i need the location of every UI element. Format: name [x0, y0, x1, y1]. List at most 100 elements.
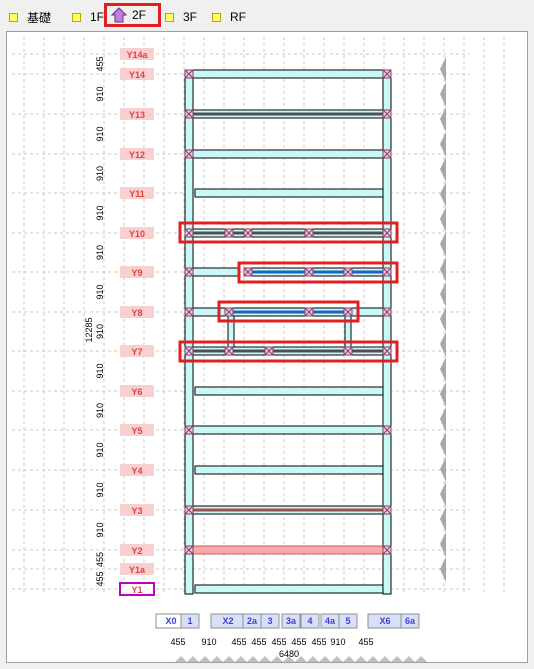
y-axis-label: Y1a	[129, 565, 146, 575]
edge-marker-icon	[223, 656, 235, 662]
column-mid[interactable]	[344, 311, 352, 353]
edge-marker-icon	[247, 656, 259, 662]
x-axis-label: 5	[345, 616, 350, 626]
y-axis-label: Y9	[131, 268, 142, 278]
edge-marker-icon	[440, 82, 446, 107]
column-left[interactable]	[184, 69, 194, 595]
x-dimension-label: 910	[201, 637, 216, 647]
edge-marker-icon	[440, 182, 446, 207]
edge-marker-icon	[440, 282, 446, 307]
y-axis-label: Y11	[129, 189, 145, 199]
x-axis-label: 3	[267, 616, 272, 626]
edge-marker-icon	[307, 656, 319, 662]
y-dimension-label: 910	[95, 324, 105, 339]
beam[interactable]	[188, 425, 388, 435]
x-axis-label: 4	[307, 616, 312, 626]
edge-marker-icon	[440, 257, 446, 282]
x-axis-label: 6a	[405, 616, 416, 626]
y-axis-label: Y14a	[126, 50, 148, 60]
edge-marker-icon	[440, 557, 446, 582]
edge-marker-icon	[440, 157, 446, 182]
edge-marker-icon	[440, 232, 446, 257]
beam[interactable]	[188, 69, 388, 79]
x-axis-label: 3a	[286, 616, 297, 626]
edge-marker-icon	[379, 656, 391, 662]
x-axis-label: 2a	[247, 616, 258, 626]
y-axis-label: Y1	[131, 585, 142, 595]
y-axis-label: Y2	[131, 546, 142, 556]
y-dimension-label: 910	[95, 86, 105, 101]
edge-marker-icon	[391, 656, 403, 662]
y-dimension-label: 455	[95, 571, 105, 586]
x-dimension-label: 455	[170, 637, 185, 647]
y-dimension-label: 455	[95, 56, 105, 71]
beam[interactable]	[194, 386, 384, 396]
beam[interactable]	[194, 465, 384, 475]
beam[interactable]	[188, 149, 388, 159]
edge-marker-icon	[319, 656, 331, 662]
column-mid[interactable]	[227, 311, 235, 353]
edge-marker-icon	[440, 507, 446, 532]
y-dimension-label: 910	[95, 442, 105, 457]
y-dimension-label: 910	[95, 205, 105, 220]
floor-plan-canvas[interactable]: Y14aY14Y13Y12Y11Y10Y9Y8Y7Y6Y5Y4Y3Y2Y1aY1…	[0, 0, 534, 669]
y-axis-label: Y8	[131, 308, 142, 318]
beam[interactable]	[194, 584, 384, 594]
x-dimension-label: 455	[251, 637, 266, 647]
y-dimension-label: 910	[95, 126, 105, 141]
x-axis-label: 1	[187, 616, 192, 626]
beam[interactable]	[192, 545, 384, 555]
edge-marker-icon	[440, 357, 446, 382]
edge-marker-icon	[440, 332, 446, 357]
y-axis-label: Y12	[129, 150, 145, 160]
y-axis-label: Y3	[131, 506, 142, 516]
y-dimension-label: 910	[95, 284, 105, 299]
y-dimension-label: 910	[95, 245, 105, 260]
edge-marker-icon	[440, 407, 446, 432]
beam[interactable]	[188, 267, 241, 277]
edge-marker-icon	[235, 656, 247, 662]
column-right[interactable]	[382, 69, 392, 595]
x-dimension-label: 455	[231, 637, 246, 647]
edge-marker-icon	[187, 656, 199, 662]
edge-marker-icon	[440, 57, 446, 82]
edge-marker-icon	[259, 656, 271, 662]
edge-marker-icon	[355, 656, 367, 662]
x-axis-label: X0	[165, 616, 176, 626]
x-axis-label: X2	[222, 616, 233, 626]
x-dimension-label: 455	[358, 637, 373, 647]
edge-marker-icon	[415, 656, 427, 662]
y-axis-label: Y4	[131, 466, 142, 476]
beam[interactable]	[188, 307, 229, 317]
edge-marker-icon	[440, 482, 446, 507]
x-axis-label: 4a	[325, 616, 336, 626]
edge-marker-icon	[199, 656, 211, 662]
x-dimension-label: 910	[330, 637, 345, 647]
edge-marker-icon	[440, 532, 446, 557]
y-axis-label: Y10	[129, 229, 145, 239]
edge-marker-icon	[440, 207, 446, 232]
x-dimension-label: 455	[291, 637, 306, 647]
y-axis-label: Y14	[129, 70, 145, 80]
y-axis-label: Y5	[131, 426, 142, 436]
y-dimension-label: 910	[95, 482, 105, 497]
edge-marker-icon	[343, 656, 355, 662]
x-dimension-label: 455	[311, 637, 326, 647]
beam[interactable]	[347, 307, 388, 317]
edge-marker-icon	[175, 656, 187, 662]
edge-marker-icon	[440, 457, 446, 482]
x-axis-label: X6	[379, 616, 390, 626]
y-dimension-label: 455	[95, 552, 105, 567]
beam[interactable]	[194, 188, 384, 198]
edge-marker-icon	[440, 107, 446, 132]
x-dimension-label: 455	[271, 637, 286, 647]
edge-marker-icon	[440, 132, 446, 157]
edge-marker-icon	[440, 307, 446, 332]
edge-marker-icon	[403, 656, 415, 662]
edge-marker-icon	[440, 432, 446, 457]
y-dimension-label: 910	[95, 522, 105, 537]
y-dimension-label: 910	[95, 166, 105, 181]
y-dimension-label: 910	[95, 363, 105, 378]
edge-marker-icon	[331, 656, 343, 662]
y-axis-label: Y7	[131, 347, 142, 357]
